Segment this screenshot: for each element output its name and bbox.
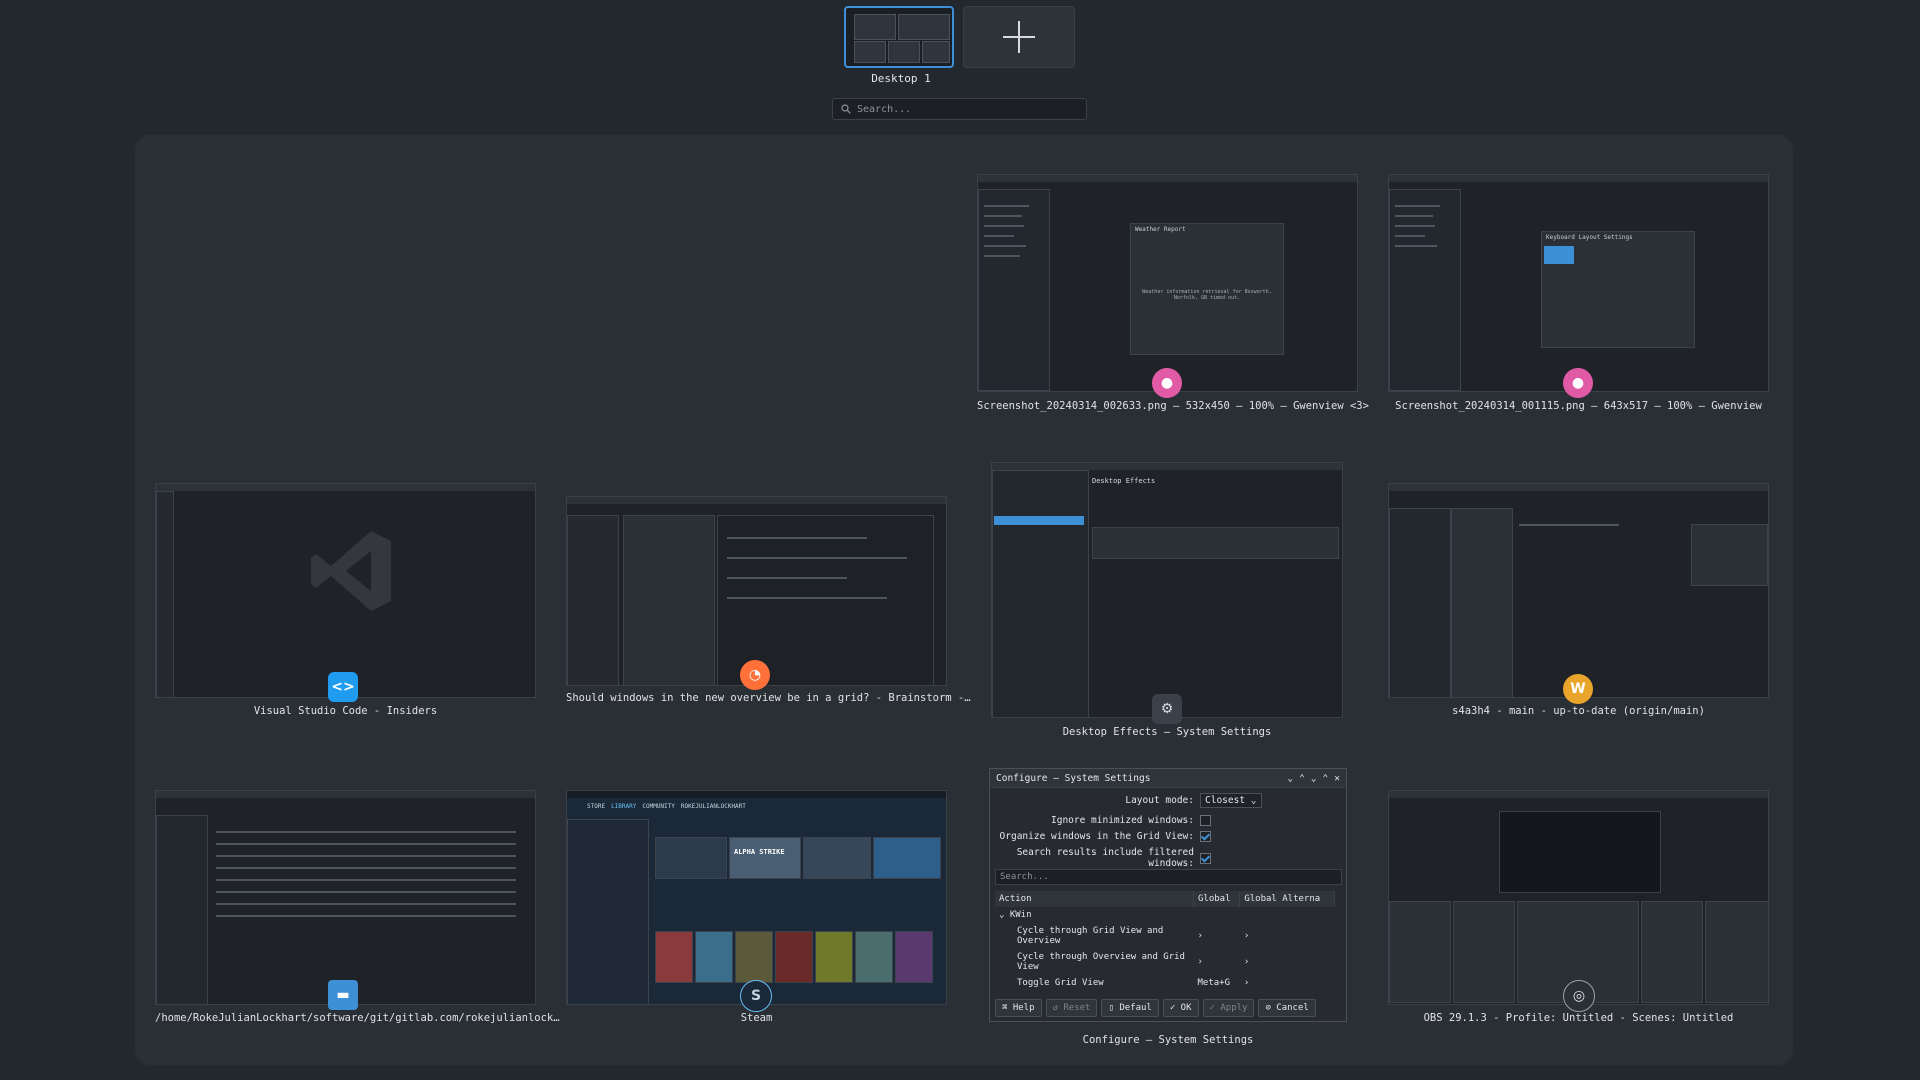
help-label: Help bbox=[1012, 1003, 1035, 1013]
configure-dialog[interactable]: Configure — System Settings ⌄ ⌃ ⌄ ⌃ ✕ La… bbox=[989, 768, 1347, 1022]
apply-button[interactable]: ✓ Apply bbox=[1202, 999, 1255, 1017]
search-filtered-label: Search results include filtered windows: bbox=[1016, 847, 1194, 869]
layout-mode-select[interactable]: Closest ⌄ bbox=[1200, 793, 1262, 808]
desktop-bar: Desktop 1 Search... bbox=[0, 0, 1920, 130]
window-thumbnail-git-client[interactable] bbox=[1388, 483, 1769, 698]
steam-tab: ROKEJULIANLOCKHART bbox=[680, 803, 746, 810]
reset-icon: ↺ bbox=[1052, 1003, 1064, 1013]
shortcut-value: Meta+G bbox=[1197, 978, 1231, 988]
column-header[interactable]: Global bbox=[1193, 891, 1241, 907]
table-row[interactable]: Toggle Grid View Meta+G › bbox=[995, 975, 1335, 991]
game-title: ALPHA STRIKE bbox=[734, 848, 785, 856]
action-name: Toggle Grid View bbox=[1017, 978, 1104, 988]
steam-tab: STORE bbox=[587, 803, 606, 810]
help-button[interactable]: ⌘ Help bbox=[995, 999, 1042, 1017]
dialog-title: Keyboard Layout Settings bbox=[1546, 234, 1633, 241]
search-placeholder: Search... bbox=[857, 103, 912, 115]
table-row[interactable]: Cycle through Overview and Grid View › › bbox=[995, 949, 1335, 975]
window-thumbnail-gwenview-2[interactable]: Keyboard Layout Settings bbox=[1388, 174, 1769, 392]
layout-mode-value: Closest bbox=[1205, 795, 1246, 806]
window-caption: Configure — System Settings bbox=[1082, 1034, 1254, 1046]
steam-icon: S bbox=[740, 980, 772, 1012]
window-caption: OBS 29.1.3 - Profile: Untitled - Scenes:… bbox=[1423, 1012, 1734, 1024]
ok-button[interactable]: ✓ OK bbox=[1162, 999, 1199, 1017]
document-icon: ▯ bbox=[1108, 1003, 1120, 1013]
shortcut-table: Action Global Global Alterna ⌄ KWin Cycl… bbox=[995, 891, 1335, 991]
search-icon bbox=[841, 104, 851, 114]
table-row[interactable]: Cycle through Grid View and Overview › › bbox=[995, 923, 1335, 949]
column-header[interactable]: Global Alterna bbox=[1239, 891, 1335, 907]
steam-tab: COMMUNITY bbox=[642, 803, 675, 810]
minimize-icon[interactable]: ⌄ bbox=[1311, 773, 1317, 784]
window-thumbnail-obs[interactable] bbox=[1388, 790, 1769, 1005]
defaults-button[interactable]: ▯ Defaul bbox=[1101, 999, 1159, 1017]
vscode-logo bbox=[311, 531, 391, 611]
table-row[interactable]: ⌄ KWin bbox=[995, 907, 1335, 923]
search-input[interactable]: Search... bbox=[832, 98, 1087, 120]
reset-button[interactable]: ↺ Reset bbox=[1045, 999, 1098, 1017]
folder-icon: ▬ bbox=[328, 980, 358, 1010]
check-icon: ✓ bbox=[1209, 1003, 1221, 1013]
window-caption: Steam bbox=[740, 1012, 773, 1024]
window-caption: s4a3h4 - main - up-to-date (origin/main) bbox=[1452, 705, 1705, 717]
defaults-label: Defaul bbox=[1119, 1003, 1152, 1013]
maximize-icon[interactable]: ⌃ bbox=[1323, 773, 1329, 784]
window-thumbnail-desktop-effects[interactable]: Desktop Effects bbox=[991, 462, 1343, 718]
firefox-icon: ◔ bbox=[740, 660, 770, 690]
steam-tab: LIBRARY bbox=[611, 803, 637, 810]
settings-page-title: Desktop Effects bbox=[1092, 477, 1156, 485]
search-filtered-checkbox[interactable] bbox=[1200, 852, 1211, 864]
cancel-icon: ⊘ bbox=[1265, 1003, 1277, 1013]
window-caption: Desktop Effects — System Settings bbox=[1062, 726, 1272, 738]
window-thumbnail-firefox[interactable] bbox=[566, 496, 947, 686]
organize-grid-label: Organize windows in the Grid View: bbox=[999, 831, 1194, 842]
gwenview-icon: ● bbox=[1563, 368, 1593, 398]
organize-grid-checkbox[interactable] bbox=[1200, 831, 1211, 842]
git-client-icon: W bbox=[1563, 674, 1593, 704]
ignore-minimized-label: Ignore minimized windows: bbox=[1051, 815, 1194, 826]
group-label: KWin bbox=[1009, 910, 1032, 920]
window-caption: Should windows in the new overview be in… bbox=[566, 692, 971, 704]
cancel-label: Cancel bbox=[1276, 1003, 1309, 1013]
system-settings-icon: ⚙ bbox=[1152, 694, 1182, 724]
window-caption: Screenshot_20240314_002633.png — 532x450… bbox=[977, 400, 1369, 412]
dialog-title: Configure — System Settings bbox=[996, 772, 1151, 784]
apply-label: Apply bbox=[1220, 1003, 1248, 1013]
action-name: Cycle through Overview and Grid View bbox=[1017, 952, 1185, 972]
collapse-icon[interactable]: ⌄ bbox=[1287, 773, 1293, 784]
window-thumbnail-file-manager[interactable] bbox=[155, 790, 536, 1005]
ok-label: OK bbox=[1180, 1003, 1192, 1013]
vscode-icon: <> bbox=[328, 672, 358, 702]
ignore-minimized-checkbox[interactable] bbox=[1200, 815, 1211, 826]
reset-label: Reset bbox=[1063, 1003, 1091, 1013]
column-header[interactable]: Action bbox=[995, 891, 1194, 907]
dialog-text: Weather information retrieval for Boswor… bbox=[1142, 289, 1272, 301]
gwenview-icon: ● bbox=[1152, 368, 1182, 398]
close-icon[interactable]: ✕ bbox=[1334, 773, 1340, 784]
chevron-down-icon: ⌄ bbox=[999, 910, 1010, 920]
check-icon: ✓ bbox=[1169, 1003, 1181, 1013]
shortcut-search-input[interactable]: Search... bbox=[995, 869, 1342, 885]
window-caption: Visual Studio Code - Insiders bbox=[253, 705, 438, 717]
window-thumbnail-steam[interactable]: STORE LIBRARY COMMUNITY ROKEJULIANLOCKHA… bbox=[566, 790, 947, 1005]
desktop-label: Desktop 1 bbox=[871, 72, 931, 85]
dialog-title: Weather Report bbox=[1135, 226, 1186, 233]
window-caption: /home/RokeJulianLockhart/software/git/gi… bbox=[155, 1012, 560, 1024]
window-thumbnail-gwenview-1[interactable]: Weather Report Weather information retri… bbox=[977, 174, 1358, 392]
action-name: Cycle through Grid View and Overview bbox=[1017, 926, 1164, 946]
cancel-button[interactable]: ⊘ Cancel bbox=[1258, 999, 1316, 1017]
obs-icon: ◎ bbox=[1563, 980, 1595, 1012]
help-icon: ⌘ bbox=[1002, 1003, 1013, 1013]
window-thumbnail-vscode[interactable] bbox=[155, 483, 536, 698]
add-desktop-button[interactable] bbox=[963, 6, 1075, 68]
layout-mode-label: Layout mode: bbox=[1125, 795, 1194, 806]
chevron-down-icon: ⌄ bbox=[1250, 795, 1257, 806]
plus-icon bbox=[1003, 21, 1035, 53]
keep-above-icon[interactable]: ⌃ bbox=[1299, 773, 1305, 784]
desktop-thumbnail[interactable] bbox=[844, 6, 954, 68]
window-caption: Screenshot_20240314_001115.png — 643x517… bbox=[1395, 400, 1762, 412]
